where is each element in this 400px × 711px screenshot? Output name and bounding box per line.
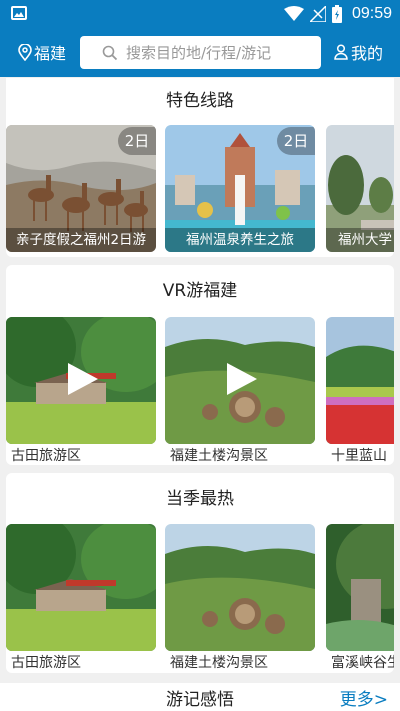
section-title: 当季最热 [166,489,234,509]
route-thumbnail: 2日 亲子度假之福州2日游 [6,125,156,252]
clock: 09:59 [351,4,392,22]
days-badge: 2日 [118,127,156,155]
vr-thumbnail [6,317,156,444]
user-icon [334,44,348,60]
route-thumbnail: 福州大学 [326,125,394,252]
route-label: 福州温泉养生之旅 [165,228,315,252]
route-label: 福州大学 [326,228,394,252]
hot-label: 富溪峡谷生 [331,655,394,671]
play-icon[interactable] [64,361,100,397]
location-selector[interactable]: 福建 [18,40,66,64]
vr-label: 福建土楼沟景区 [170,448,268,464]
hot-thumbnail [6,524,156,651]
search-box[interactable] [80,36,321,69]
search-icon [102,45,118,60]
app-bar: 福建 我的 [0,27,400,77]
more-link[interactable]: 更多> [340,685,388,710]
location-pin-icon [18,43,32,61]
vr-label: 十里蓝山 [331,448,387,464]
section-vr: VR游福建 古田旅游区 福建土楼沟景区 十里蓝山 [6,265,394,465]
mine-button[interactable]: 我的 [334,40,383,64]
travelogue-header: 游记感悟 更多> [0,683,400,711]
status-bar: 09:59 [0,0,400,27]
days-badge: 2日 [277,127,315,155]
section-hot-season: 当季最热 古田旅游区 福建土楼沟景区 富溪峡谷生 [6,473,394,673]
vr-label: 古田旅游区 [11,448,81,464]
location-label: 福建 [34,44,67,63]
hot-thumbnail [165,524,315,651]
section-featured-routes: 特色线路 2日 亲子度假之福州2日游 2日 福州温泉养生之旅 福州大学 [6,78,394,257]
section-title: VR游福建 [162,281,238,301]
hot-thumbnail [326,524,394,651]
vr-thumbnail [326,317,394,444]
hot-label: 古田旅游区 [11,655,81,671]
search-input[interactable] [126,43,316,62]
wifi-icon [283,5,304,21]
battery-icon [331,4,342,23]
signal-icon [309,5,326,22]
mine-label: 我的 [350,44,383,63]
hot-label: 福建土楼沟景区 [170,655,268,671]
photo-icon [11,6,27,20]
route-thumbnail: 2日 福州温泉养生之旅 [165,125,315,252]
route-label: 亲子度假之福州2日游 [6,228,156,252]
vr-thumbnail [165,317,315,444]
section-title: 特色线路 [166,91,234,111]
play-icon[interactable] [223,361,259,397]
